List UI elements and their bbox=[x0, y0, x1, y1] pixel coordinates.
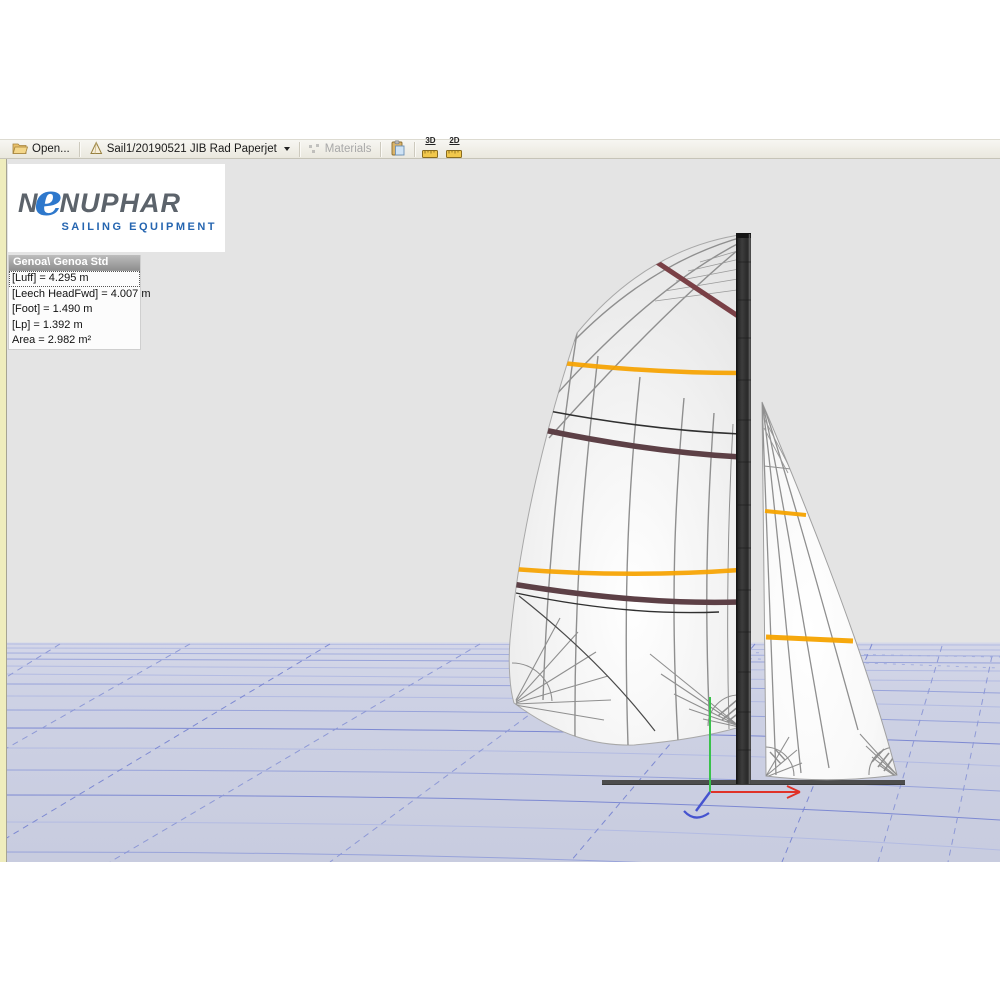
panel-title: Genoa\ Genoa Std bbox=[9, 255, 140, 271]
viewport-3d[interactable]: NeNUPHAR SAILING EQUIPMENT Genoa\ Genoa … bbox=[0, 159, 1000, 862]
paste-button[interactable] bbox=[384, 140, 411, 158]
materials-button[interactable]: Materials bbox=[303, 140, 378, 158]
toolbar: Open... Sail1/20190521 JIB Rad Paperjet … bbox=[0, 139, 1000, 159]
view-2d-button[interactable]: 2D bbox=[442, 137, 466, 161]
view-3d-label: 3D bbox=[425, 137, 435, 145]
measurement-leech[interactable]: [Leech HeadFwd] = 4.007 m bbox=[9, 287, 140, 303]
logo: NeNUPHAR SAILING EQUIPMENT bbox=[8, 164, 225, 252]
scene-canvas bbox=[0, 159, 1000, 862]
open-folder-icon bbox=[12, 141, 28, 158]
caret-down-icon bbox=[284, 147, 290, 151]
mast bbox=[736, 233, 751, 784]
materials-dots-icon bbox=[309, 144, 321, 154]
jib-sail bbox=[762, 402, 897, 780]
collapsed-panel-strip[interactable] bbox=[0, 159, 7, 862]
view-2d-label: 2D bbox=[449, 137, 459, 145]
materials-button-label: Materials bbox=[325, 143, 372, 155]
measurement-area[interactable]: Area = 2.982 m² bbox=[9, 333, 140, 349]
sail-info-panel: Genoa\ Genoa Std [Luff] = 4.295 m [Leech… bbox=[8, 255, 141, 350]
measurement-luff[interactable]: [Luff] = 4.295 m bbox=[9, 271, 140, 287]
genoa-sail bbox=[509, 234, 746, 745]
toolbar-separator bbox=[79, 142, 80, 157]
logo-wordmark: NeNUPHAR bbox=[8, 183, 225, 223]
sail-selector-label: Sail1/20190521 JIB Rad Paperjet bbox=[107, 143, 277, 155]
sail-triangle-icon bbox=[89, 141, 103, 158]
toolbar-separator bbox=[299, 142, 300, 157]
open-button-label: Open... bbox=[32, 143, 70, 155]
logo-e-swoosh: e bbox=[35, 175, 63, 226]
open-button[interactable]: Open... bbox=[6, 140, 76, 158]
measurement-foot[interactable]: [Foot] = 1.490 m bbox=[9, 302, 140, 318]
measurement-lp[interactable]: [Lp] = 1.392 m bbox=[9, 318, 140, 334]
clipboard-paste-icon bbox=[390, 140, 405, 159]
sail-selector-button[interactable]: Sail1/20190521 JIB Rad Paperjet bbox=[83, 140, 296, 158]
toolbar-separator bbox=[380, 142, 381, 157]
deck-bar bbox=[602, 780, 905, 785]
toolbar-separator bbox=[414, 142, 415, 157]
view-3d-button[interactable]: 3D bbox=[418, 137, 442, 161]
